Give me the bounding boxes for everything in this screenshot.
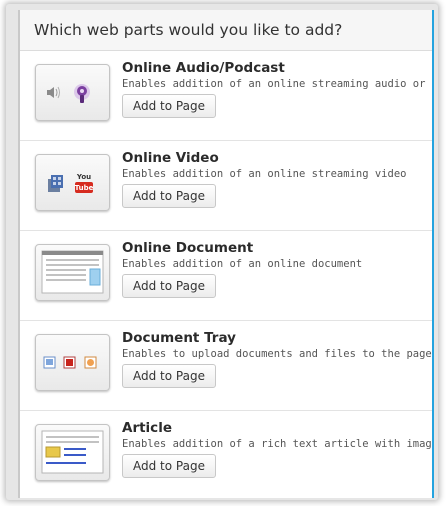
add-to-page-button[interactable]: Add to Page <box>122 94 216 118</box>
web-parts-panel: Which web parts would you like to add? O… <box>18 10 434 498</box>
part-description: Enables addition of a rich text article … <box>122 438 432 450</box>
web-part-article: Article Enables addition of a rich text … <box>20 411 432 498</box>
article-icon <box>35 424 110 481</box>
panel-title: Which web parts would you like to add? <box>34 21 343 39</box>
part-title: Article <box>122 420 172 436</box>
part-title: Document Tray <box>122 330 236 346</box>
panel-header: Which web parts would you like to add? <box>20 10 432 51</box>
svg-text:Tube: Tube <box>75 184 94 192</box>
svg-text:You: You <box>76 173 91 181</box>
document-icon <box>35 244 110 301</box>
document-tray-icon <box>35 334 110 391</box>
part-description: Enables to upload documents and files to… <box>122 348 432 360</box>
audio-podcast-icon <box>35 64 110 121</box>
web-part-online-audio: Online Audio/Podcast Enables addition of… <box>20 51 432 141</box>
web-part-online-document: Online Document Enables addition of an o… <box>20 231 432 321</box>
web-part-online-video: You Tube Online Video Enables addition o… <box>20 141 432 231</box>
video-icon: You Tube <box>35 154 110 211</box>
part-description: Enables addition of an online document <box>122 258 363 270</box>
web-part-document-tray: Document Tray Enables to upload document… <box>20 321 432 411</box>
add-to-page-button[interactable]: Add to Page <box>122 454 216 478</box>
part-description: Enables addition of an online streaming … <box>122 168 407 180</box>
add-to-page-button[interactable]: Add to Page <box>122 364 216 388</box>
part-description: Enables addition of an online streaming … <box>122 78 432 90</box>
part-title: Online Video <box>122 150 219 166</box>
add-to-page-button[interactable]: Add to Page <box>122 184 216 208</box>
add-to-page-button[interactable]: Add to Page <box>122 274 216 298</box>
part-title: Online Document <box>122 240 254 256</box>
part-title: Online Audio/Podcast <box>122 60 285 76</box>
